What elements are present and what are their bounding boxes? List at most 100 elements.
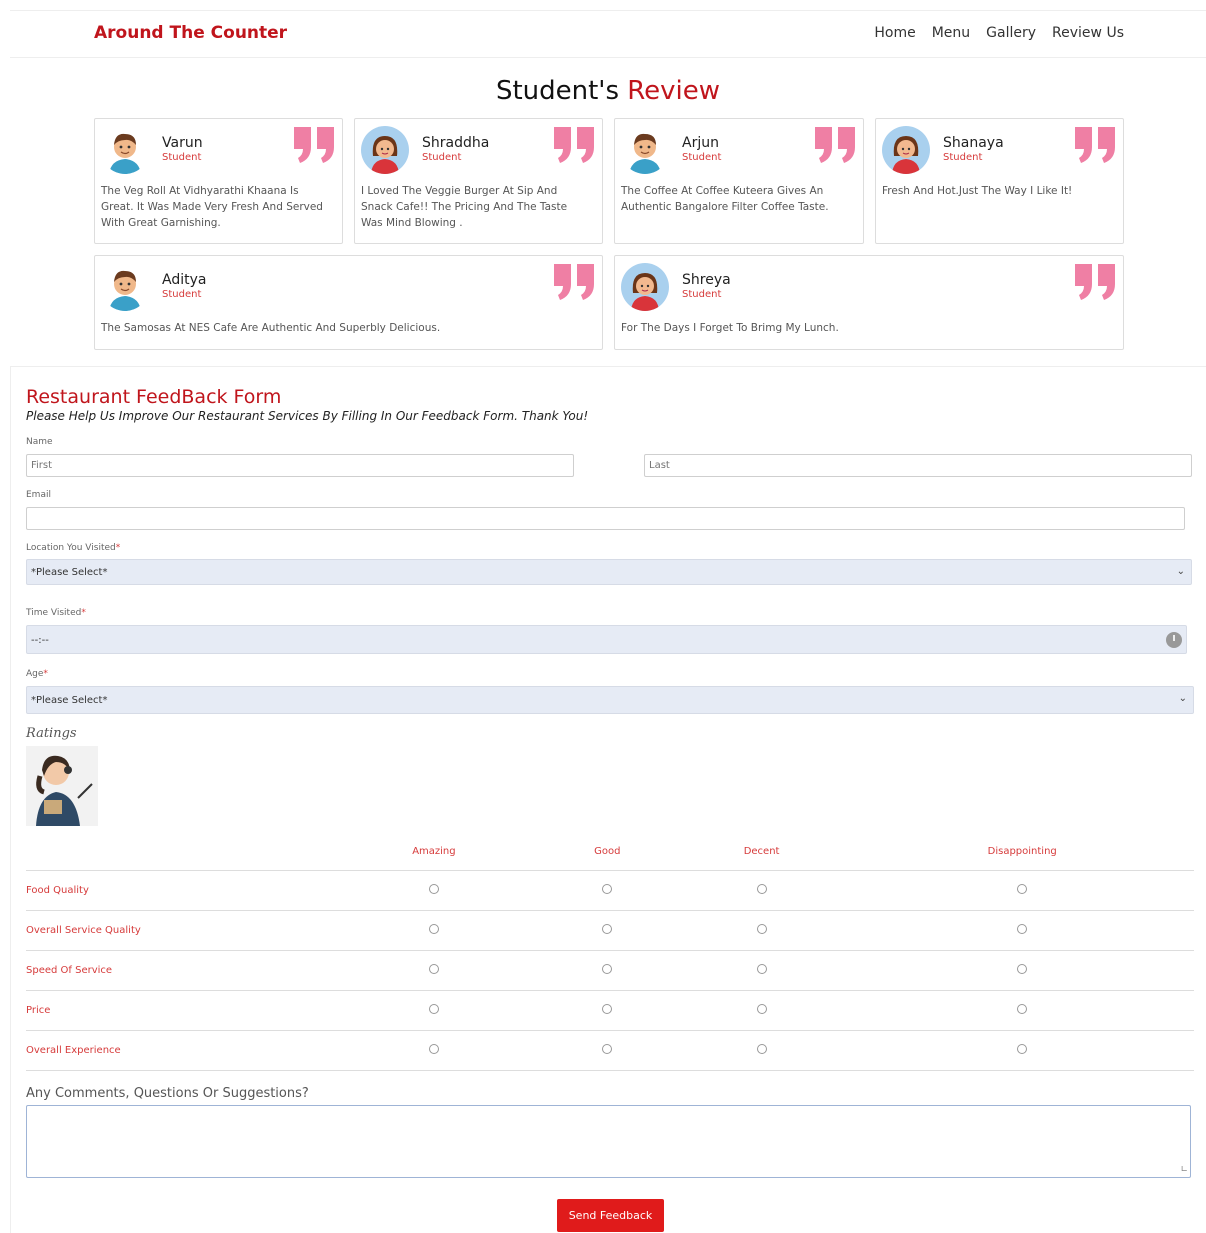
- rating-radio-decent[interactable]: [756, 1043, 767, 1054]
- first-name-input[interactable]: [26, 454, 574, 477]
- email-input[interactable]: [26, 507, 1185, 530]
- rating-row: Overall Experience: [26, 1030, 1194, 1071]
- boy-avatar: [101, 126, 149, 174]
- time-input[interactable]: --:--: [26, 625, 1187, 654]
- rating-row: Price: [26, 990, 1194, 1031]
- reviewer-role: Student: [162, 152, 202, 163]
- review-text: For The Days I Forget To Brimg My Lunch.: [621, 322, 839, 334]
- ratings-label: Ratings: [26, 726, 77, 741]
- reviewer-role: Student: [422, 152, 462, 163]
- ratings-header-row: Amazing Good Decent Disappointing: [26, 834, 1194, 871]
- rating-row-label: Food Quality: [26, 870, 326, 911]
- rating-radio-disappointing[interactable]: [1017, 883, 1028, 894]
- boy-avatar: [621, 126, 669, 174]
- girl-avatar: [361, 126, 409, 174]
- quote-icon: [552, 262, 596, 302]
- form-subtitle: Please Help Us Improve Our Restaurant Se…: [26, 409, 589, 423]
- review-text: The Samosas At NES Cafe Are Authentic An…: [101, 322, 441, 334]
- reviewer-role: Student: [682, 152, 722, 163]
- rating-radio-decent[interactable]: [756, 963, 767, 974]
- rating-row-label: Overall Experience: [26, 1030, 326, 1071]
- top-navbar: Around The Counter Home Menu Gallery Rev…: [10, 10, 1206, 58]
- quote-icon: [1073, 125, 1117, 165]
- rating-radio-good[interactable]: [602, 1003, 613, 1014]
- quote-icon: [292, 125, 336, 165]
- rating-radio-good[interactable]: [602, 963, 613, 974]
- send-feedback-button[interactable]: Send Feedback: [557, 1199, 664, 1232]
- resize-grip-icon[interactable]: ∟: [1180, 1165, 1188, 1175]
- rating-row: Speed Of Service: [26, 950, 1194, 991]
- rating-radio-amazing[interactable]: [428, 883, 439, 894]
- location-select[interactable]: *Please Select* ⌄: [26, 559, 1192, 585]
- chevron-down-icon: ⌄: [1176, 566, 1185, 577]
- nav-link-menu[interactable]: Menu: [932, 25, 970, 41]
- review-card: Aditya Student The Samosas At NES Cafe Are…: [94, 255, 603, 350]
- rating-radio-amazing[interactable]: [428, 1003, 439, 1014]
- clock-icon[interactable]: [1166, 632, 1182, 648]
- reviewer-name: Varun: [162, 135, 203, 151]
- nav-link-review-us[interactable]: Review Us: [1052, 25, 1124, 41]
- review-card: Varun Student The Veg Roll At Vidhyarathi …: [94, 118, 343, 244]
- review-card: Shraddha Student I Loved The Veggie Burger…: [354, 118, 603, 244]
- reviewer-role: Student: [162, 289, 202, 300]
- review-text: Fresh And Hot.Just The Way I Like It!: [882, 185, 1073, 197]
- rating-radio-disappointing[interactable]: [1017, 1003, 1028, 1014]
- rating-radio-disappointing[interactable]: [1017, 923, 1028, 934]
- feedback-form-container: [10, 366, 1206, 1233]
- brand-logo[interactable]: Around The Counter: [94, 23, 287, 43]
- reviewer-name: Shraddha: [422, 135, 490, 151]
- review-card: Shreya Student For The Days I Forget To Br…: [614, 255, 1124, 350]
- rating-radio-good[interactable]: [602, 923, 613, 934]
- rating-col-good: Good: [541, 834, 673, 871]
- rating-radio-disappointing[interactable]: [1017, 963, 1028, 974]
- review-card: Shanaya Student Fresh And Hot.Just The Way…: [875, 118, 1124, 244]
- rating-row: Food Quality: [26, 870, 1194, 911]
- reviewer-role: Student: [682, 289, 722, 300]
- review-text: The Coffee At Coffee Kuteera Gives An Au…: [621, 185, 829, 213]
- age-label: Age*: [26, 669, 48, 679]
- rating-row-label: Overall Service Quality: [26, 910, 326, 951]
- review-text: The Veg Roll At Vidhyarathi Khaana Is Gr…: [101, 185, 323, 229]
- reviewer-name: Shanaya: [943, 135, 1004, 151]
- nav-link-home[interactable]: Home: [874, 25, 915, 41]
- reviews-title: Student's Review: [495, 76, 721, 106]
- rating-radio-good[interactable]: [602, 883, 613, 894]
- age-select[interactable]: *Please Select* ⌄: [26, 686, 1194, 714]
- chevron-down-icon: ⌄: [1178, 693, 1187, 704]
- girl-avatar: [882, 126, 930, 174]
- time-label: Time Visited*: [26, 608, 86, 618]
- reviewer-name: Aditya: [162, 272, 207, 288]
- comments-textarea[interactable]: ∟: [26, 1105, 1191, 1178]
- form-title: Restaurant FeedBack Form: [26, 386, 282, 408]
- rating-radio-amazing[interactable]: [428, 923, 439, 934]
- support-agent-image: [26, 746, 98, 826]
- quote-icon: [1073, 262, 1117, 302]
- rating-radio-decent[interactable]: [756, 883, 767, 894]
- reviewer-role: Student: [943, 152, 983, 163]
- rating-row: Overall Service Quality: [26, 910, 1194, 951]
- rating-radio-amazing[interactable]: [428, 1043, 439, 1054]
- reviewer-name: Shreya: [682, 272, 731, 288]
- rating-row-label: Price: [26, 990, 326, 1031]
- location-label: Location You Visited*: [26, 543, 121, 553]
- rating-radio-good[interactable]: [602, 1043, 613, 1054]
- rating-radio-disappointing[interactable]: [1017, 1043, 1028, 1054]
- comments-label: Any Comments, Questions Or Suggestions?: [26, 1086, 309, 1101]
- last-name-input[interactable]: [644, 454, 1192, 477]
- girl-avatar: [621, 263, 669, 311]
- rating-col-decent: Decent: [672, 834, 851, 871]
- nav-link-gallery[interactable]: Gallery: [986, 25, 1036, 41]
- review-card: Arjun Student The Coffee At Coffee Kuteera…: [614, 118, 864, 244]
- ratings-table: Amazing Good Decent Disappointing Food Q…: [26, 834, 1194, 1071]
- email-label: Email: [26, 490, 51, 500]
- boy-avatar: [101, 263, 149, 311]
- rating-radio-decent[interactable]: [756, 923, 767, 934]
- rating-col-disappointing: Disappointing: [850, 834, 1194, 871]
- rating-radio-amazing[interactable]: [428, 963, 439, 974]
- rating-radio-decent[interactable]: [756, 1003, 767, 1014]
- name-label: Name: [26, 437, 53, 447]
- quote-icon: [552, 125, 596, 165]
- reviewer-name: Arjun: [682, 135, 719, 151]
- rating-row-label: Speed Of Service: [26, 950, 326, 991]
- rating-col-amazing: Amazing: [326, 834, 542, 871]
